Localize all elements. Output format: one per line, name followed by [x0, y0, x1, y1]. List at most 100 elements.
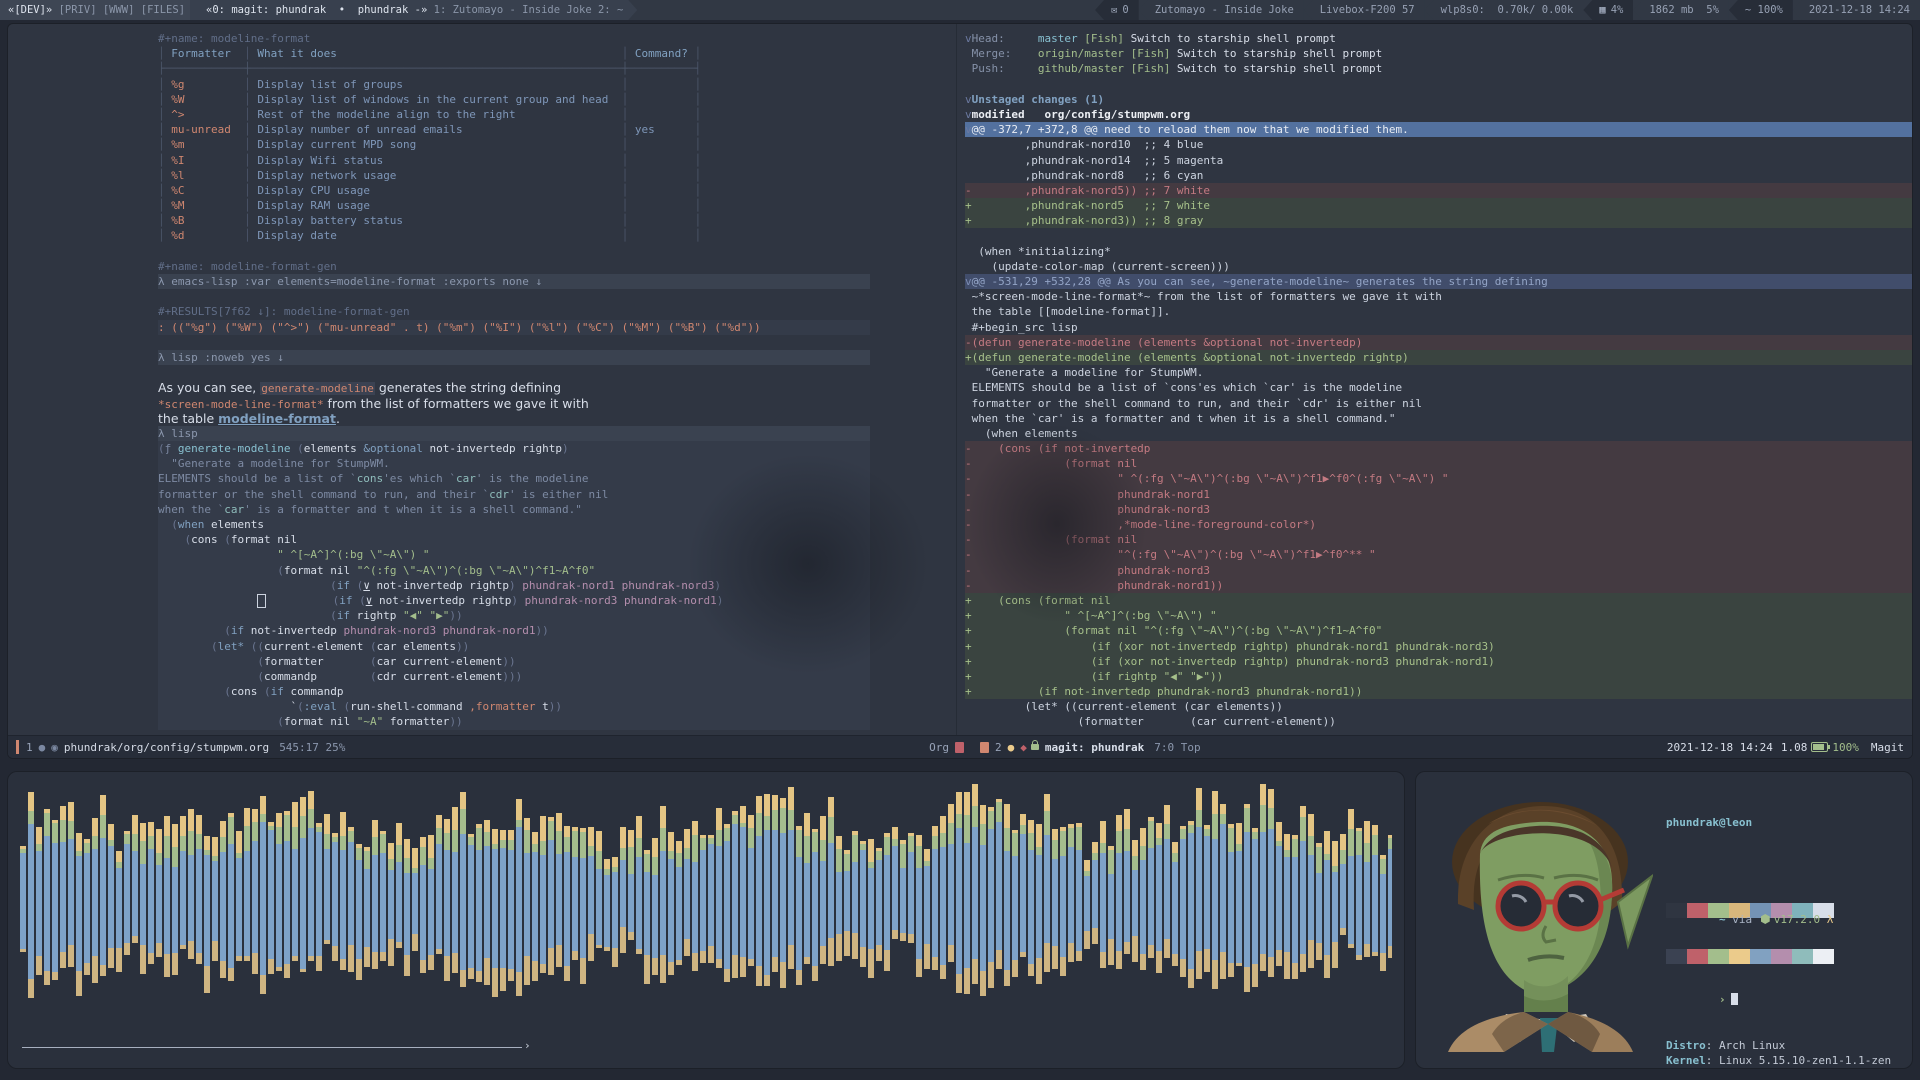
mail-icon: ✉	[1111, 4, 1118, 16]
visualizer-bar	[1028, 784, 1034, 1026]
buffer-line: +(defun generate-modeline (elements &opt…	[965, 349, 1912, 366]
visualizer-bar	[1140, 784, 1146, 1026]
visualizer-bar	[1292, 784, 1298, 1026]
audio-visualizer	[20, 784, 1392, 1026]
buffer-line: (ƒ generate-modeline (elements &optional…	[158, 441, 870, 457]
visualizer-bar	[1092, 784, 1098, 1026]
visualizer-bar	[324, 784, 330, 1026]
buffer-line: + (if rightp "◀" "▶"))	[965, 668, 1912, 685]
visualizer-bar	[28, 784, 34, 1026]
org-window[interactable]: #+name: modeline-format │ Formatter │ Wha…	[8, 24, 956, 736]
cursor-position: 7:0 Top	[1154, 740, 1201, 754]
visualizer-bar	[828, 784, 834, 1026]
visualizer-bar	[196, 784, 202, 1026]
visualizer-bar	[236, 784, 242, 1026]
buffer-line: + (if (xor not-invertedp rightp) phundra…	[965, 653, 1912, 669]
magit-window[interactable]: vHead: master [Fish] Switch to starship …	[956, 24, 1912, 736]
status-segment[interactable]: Livebox-F200 57	[1303, 0, 1425, 20]
visualizer-bar	[588, 784, 594, 1026]
buffer-line: (update-color-map (current-screen)))	[965, 259, 1230, 273]
visualizer-bar	[780, 784, 786, 1026]
visualizer-bar	[108, 784, 114, 1026]
buffer-line: Push: github/master [Fish] Switch to sta…	[965, 62, 1383, 76]
progress-arrow-icon: ›	[524, 1039, 531, 1052]
buffer-line: (formatter (car current-element))	[965, 715, 1336, 729]
visualizer-bar	[404, 784, 410, 1026]
buffer-line: + (if (xor not-invertedp rightp) phundra…	[965, 638, 1912, 654]
buffer-line: │ %I │ Display Wifi status │ │	[158, 153, 702, 167]
visualizer-bar	[1372, 784, 1378, 1026]
visualizer-bar	[804, 784, 810, 1026]
modeline-left[interactable]: 1 ● ◉ phundrak/org/config/stumpwm.org 54…	[8, 736, 972, 758]
visualizer-bar	[116, 784, 122, 1026]
visualizer-bar	[988, 784, 994, 1026]
visualizer-bar	[788, 784, 794, 1026]
visualizer-bar	[868, 784, 874, 1026]
visualizer-bar	[332, 784, 338, 1026]
visualizer-bar	[1356, 784, 1362, 1026]
visualizer-bar	[748, 784, 754, 1026]
window-list[interactable]: «0: magit: phundrak • phundrak -» 1: Zut…	[190, 0, 637, 20]
fetch-terminal[interactable]: phundrak@leon Distro: Arch Linux Kernel: …	[1416, 772, 1912, 1068]
visualizer-bar	[596, 784, 602, 1026]
buffer-icon: ◉	[51, 740, 58, 754]
visualizer-bar	[884, 784, 890, 1026]
visualizer-terminal[interactable]: ›	[8, 772, 1404, 1068]
wallpaper-bleed	[967, 424, 1147, 624]
buffer-line: + ,phundrak-nord5 ;; 7 white	[965, 198, 1912, 214]
modified-dot-icon: ●	[38, 740, 46, 754]
buffer-line: + (format nil "^(:fg \"~A\")^(:bg \"~A\"…	[965, 623, 1912, 639]
visualizer-bar	[1244, 784, 1250, 1026]
prompt-dir: ~	[1718, 913, 1726, 926]
visualizer-bar	[564, 784, 570, 1026]
visualizer-bar	[1276, 784, 1282, 1026]
window-number: 1	[26, 740, 33, 754]
visualizer-bar	[1316, 784, 1322, 1026]
buffer-line: ELEMENTS should be a list of `cons'es wh…	[965, 381, 1403, 395]
visualizer-bar	[1260, 784, 1266, 1026]
modeline-right[interactable]: 2 ● ◆ magit: phundrak 7:0 Top 2021-12-18…	[972, 736, 1912, 758]
visualizer-bar	[1076, 784, 1082, 1026]
visualizer-bar	[948, 784, 954, 1026]
visualizer-bar	[140, 784, 146, 1026]
buffer-line: - ,phundrak-nord5)) ;; 7 white	[965, 182, 1912, 199]
buffer-line: the table modeline-format.	[158, 410, 340, 426]
visualizer-bar	[612, 784, 618, 1026]
visualizer-bar	[796, 784, 802, 1026]
visualizer-bar	[228, 784, 234, 1026]
visualizer-bar	[556, 784, 562, 1026]
buffer-line	[158, 335, 956, 350]
status-segment[interactable]: wlp8s0: 0.70k/ 0.00k	[1424, 0, 1584, 20]
visualizer-bar	[316, 784, 322, 1026]
visualizer-bar	[924, 784, 930, 1026]
wallpaper-bleed	[688, 454, 928, 674]
buffer-line: when the `car' is a formatter and t when…	[965, 411, 1396, 425]
visualizer-bar	[260, 784, 266, 1026]
buffer-line: λ lisp :noweb yes ↓	[158, 349, 870, 366]
status-segment[interactable]: 2021-12-18 14:24	[1792, 0, 1920, 20]
visualizer-bar	[836, 784, 842, 1026]
status-segment[interactable]: ~ 100%	[1728, 0, 1793, 20]
visualizer-bar	[364, 784, 370, 1026]
status-segment[interactable]: 1862 mb 5%	[1633, 0, 1729, 20]
cpu-segment[interactable]: ▦ 4%	[1583, 0, 1634, 20]
visualizer-bar	[508, 784, 514, 1026]
shell-prompt[interactable]: ~ via v17.2.0 λ ›	[1666, 864, 1833, 1056]
user-host: phundrak@leon	[1666, 816, 1753, 829]
visualizer-bar	[212, 784, 218, 1026]
buffer-line: ,phundrak-nord10 ;; 4 blue	[965, 138, 1204, 152]
visualizer-bar	[412, 784, 418, 1026]
buffer-line: (format nil "~A" formatter))	[158, 714, 870, 730]
visualizer-bar	[156, 784, 162, 1026]
visualizer-bar	[220, 784, 226, 1026]
visualizer-bar	[644, 784, 650, 1026]
visualizer-bar	[252, 784, 258, 1026]
group-list[interactable]: «[DEV]» [PRIV] [WWW] [FILES]	[0, 0, 199, 20]
visualizer-bar	[484, 784, 490, 1026]
visualizer-bar	[60, 784, 66, 1026]
visualizer-bar	[716, 784, 722, 1026]
mail-segment[interactable]: ✉ 0	[1095, 0, 1139, 20]
buffer-line: Merge: origin/master [Fish] Switch to st…	[965, 47, 1383, 61]
status-segment[interactable]: Zutomayo - Inside Joke	[1138, 0, 1304, 20]
visualizer-bar	[436, 784, 442, 1026]
